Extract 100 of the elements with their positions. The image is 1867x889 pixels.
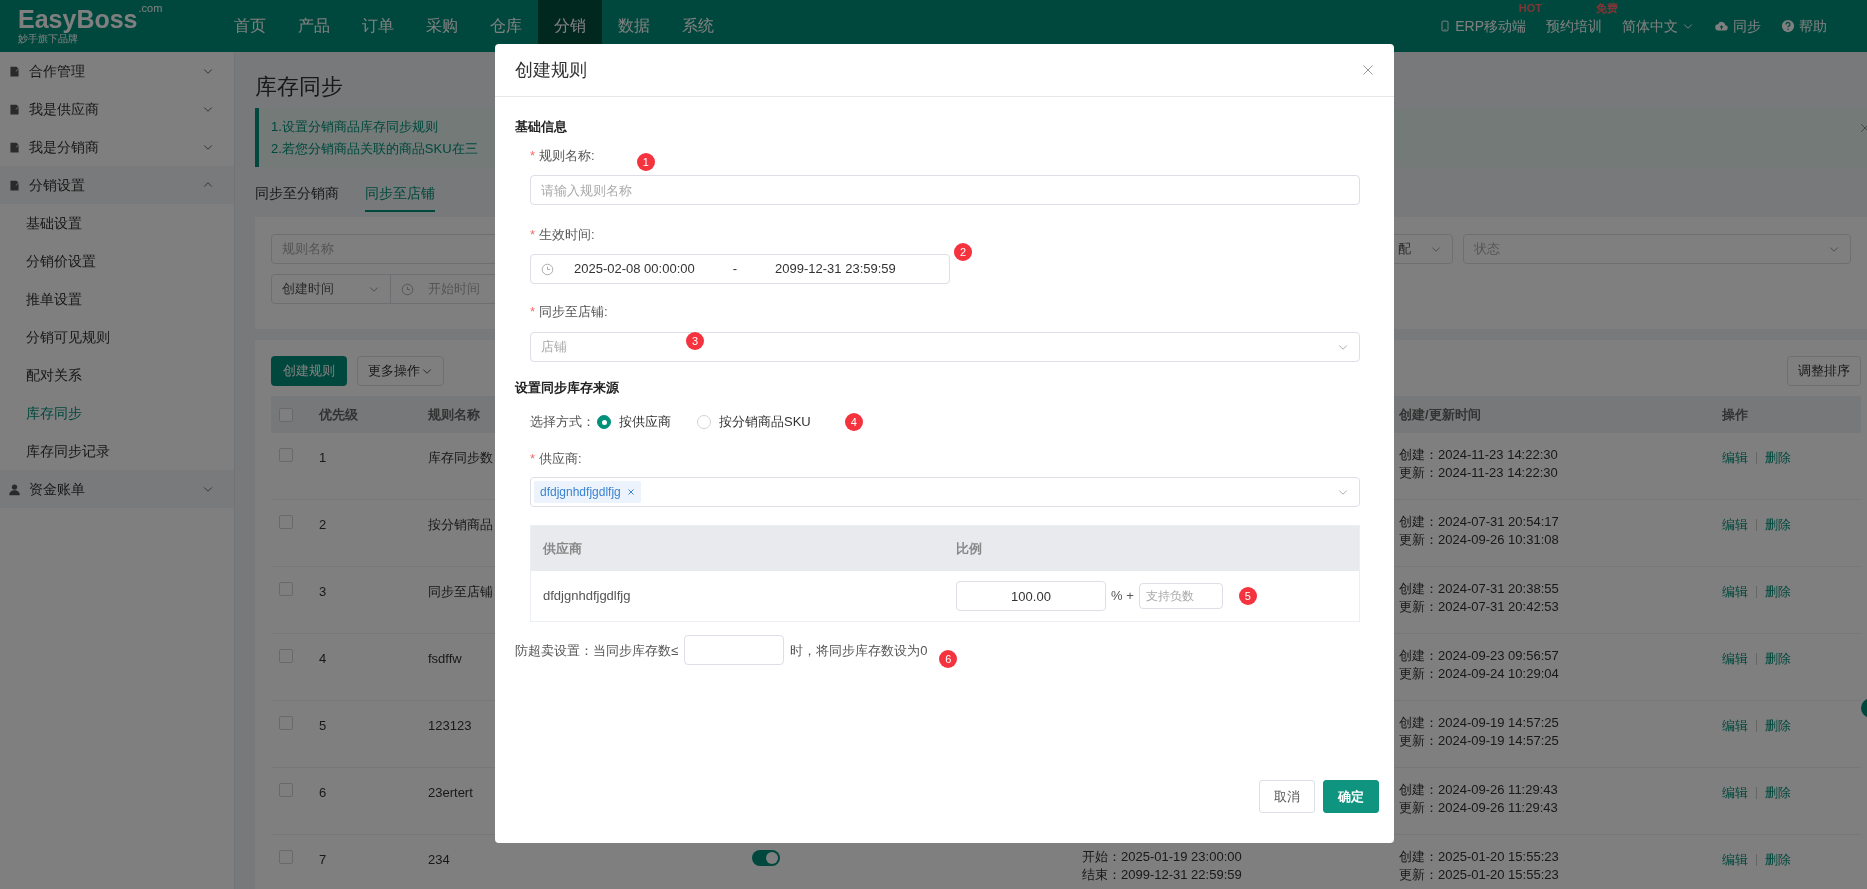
- sync-menu[interactable]: 同步: [1714, 15, 1761, 37]
- radio-option[interactable]: 按供应商: [597, 412, 671, 432]
- column-header: 比例: [955, 539, 983, 558]
- sidebar-subitem[interactable]: 分销可见规则: [0, 318, 234, 356]
- sidebar-subitem[interactable]: 推单设置: [0, 280, 234, 318]
- table-cell: 4: [319, 650, 327, 668]
- offset-field[interactable]: 支持负数: [1138, 583, 1223, 609]
- time-type-select[interactable]: 创建时间: [271, 274, 391, 304]
- threshold-field[interactable]: [684, 635, 785, 665]
- sort-button[interactable]: 调整排序: [1787, 356, 1861, 386]
- selected-tag[interactable]: dfdjgnhdfjgdlfjg: [534, 481, 641, 503]
- toggle-switch[interactable]: [752, 850, 780, 866]
- radio-button[interactable]: [597, 415, 611, 429]
- sidebar-label: 我是供应商: [29, 99, 100, 119]
- cancel-button[interactable]: 取消: [1259, 780, 1315, 813]
- checkbox[interactable]: [279, 407, 293, 422]
- table-cell: 3: [319, 583, 327, 601]
- edit-link[interactable]: 编辑: [1722, 650, 1748, 668]
- create-rule-button[interactable]: 创建规则: [271, 356, 347, 386]
- table-cell-text: 更新：2024-09-19 14:57:25: [1399, 732, 1560, 750]
- table-cell-text: 结束：2099-12-31 22:59:59: [1082, 866, 1243, 884]
- edit-link[interactable]: 编辑: [1722, 516, 1748, 534]
- confirm-button[interactable]: 确定: [1323, 780, 1379, 813]
- checkbox[interactable]: [279, 448, 293, 462]
- supplier-select[interactable]: dfdjgnhdfjgdlfjg: [530, 477, 1360, 507]
- tab[interactable]: 同步至分销商: [255, 183, 339, 212]
- table-cell-text: 更新：2024-07-31 20:42:53: [1399, 598, 1560, 616]
- sidebar-item[interactable]: 分销设置: [0, 166, 234, 204]
- sidebar-subitem[interactable]: 库存同步记录: [0, 432, 234, 470]
- table-cell-text: 更新：2025-01-20 15:55:23: [1399, 866, 1560, 884]
- date-range-field[interactable]: 2025-02-08 00:00:00 - 2099-12-31 23:59:59: [530, 254, 950, 284]
- percent-field[interactable]: 100.00: [956, 581, 1106, 611]
- table-cell: 123123: [428, 717, 472, 735]
- table-cell-text: 更新：2024-09-26 10:31:08: [1399, 531, 1560, 549]
- sidebar-label: 分销设置: [29, 175, 86, 195]
- delete-link[interactable]: 删除: [1765, 851, 1791, 869]
- step-marker: 1: [636, 153, 655, 171]
- edit-link[interactable]: 编辑: [1722, 583, 1748, 601]
- logo-suffix: .com: [138, 1, 163, 14]
- cloud-icon: [1714, 19, 1729, 33]
- delete-link[interactable]: 删除: [1765, 516, 1791, 534]
- tab[interactable]: 同步至店铺: [365, 183, 435, 212]
- required-mark: *: [530, 303, 536, 322]
- phone-icon: [1439, 19, 1452, 33]
- menu-label: 帮助: [1799, 16, 1827, 36]
- delete-link[interactable]: 删除: [1765, 449, 1791, 467]
- section-heading: 设置同步库存来源: [515, 379, 620, 398]
- remove-icon: [626, 488, 635, 496]
- help-menu[interactable]: 帮助: [1781, 15, 1827, 37]
- sidebar-item[interactable]: 我是分销商: [0, 128, 234, 166]
- store-select[interactable]: 店铺 3: [530, 332, 1360, 362]
- delete-link[interactable]: 删除: [1765, 650, 1791, 668]
- sidebar-label: 合作管理: [29, 61, 86, 81]
- table-cell: 按分销商品: [428, 516, 493, 534]
- close-button[interactable]: [1362, 64, 1374, 76]
- more-actions-button[interactable]: 更多操作: [357, 356, 444, 386]
- edit-link[interactable]: 编辑: [1722, 449, 1748, 467]
- clipboard-icon: [8, 102, 21, 116]
- edit-link[interactable]: 编辑: [1722, 851, 1748, 869]
- field-label: 生效时间:: [539, 226, 595, 245]
- checkbox[interactable]: [279, 515, 293, 529]
- edit-link[interactable]: 编辑: [1722, 717, 1748, 735]
- checkbox[interactable]: [279, 649, 293, 663]
- checkbox[interactable]: [279, 783, 293, 797]
- percent-suffix: % +: [1111, 587, 1134, 606]
- section-heading: 基础信息: [515, 118, 568, 137]
- input-field[interactable]: 请输入规则名称: [530, 175, 1360, 205]
- field-label: 规则名称:: [539, 147, 595, 166]
- checkbox[interactable]: [279, 850, 293, 864]
- sidebar-label: 资金账单: [29, 479, 86, 499]
- sidebar-item[interactable]: 合作管理: [0, 52, 234, 90]
- clock-icon: [541, 262, 554, 276]
- step-marker: 6: [939, 650, 958, 668]
- step-marker: 4: [844, 413, 863, 431]
- checkbox[interactable]: [279, 716, 293, 730]
- menu-label: ERP移动端: [1455, 16, 1526, 36]
- sidebar-subitem[interactable]: 库存同步: [0, 394, 234, 432]
- checkbox[interactable]: [279, 582, 293, 596]
- delete-link[interactable]: 删除: [1765, 717, 1791, 735]
- column-header: 规则名称: [428, 405, 480, 424]
- mobile-menu[interactable]: ERP移动端: [1439, 15, 1526, 37]
- field-label: 供应商:: [539, 450, 582, 469]
- sidebar-subitem[interactable]: 分销价设置: [0, 242, 234, 280]
- table-cell-text: 开始：2025-01-19 23:00:00: [1082, 848, 1243, 866]
- edit-link[interactable]: 编辑: [1722, 784, 1748, 802]
- sidebar-subitem[interactable]: 基础设置: [0, 204, 234, 242]
- sidebar-item[interactable]: 我是供应商: [0, 90, 234, 128]
- field-label: 选择方式：: [530, 413, 595, 432]
- delete-link[interactable]: 删除: [1765, 583, 1791, 601]
- sidebar-item[interactable]: 资金账单: [0, 470, 234, 508]
- date-separator: -: [732, 260, 738, 279]
- language-menu[interactable]: 简体中文: [1622, 15, 1694, 37]
- plain-menu[interactable]: 预约培训: [1546, 15, 1602, 37]
- delete-link[interactable]: 删除: [1765, 784, 1791, 802]
- clipboard-icon: [8, 178, 21, 192]
- sidebar-subitem[interactable]: 配对关系: [0, 356, 234, 394]
- table-cell: 234: [428, 851, 450, 869]
- radio-option[interactable]: 按分销商品SKU: [697, 412, 811, 432]
- table-cell: 5: [319, 717, 327, 735]
- help-icon: [1781, 19, 1795, 33]
